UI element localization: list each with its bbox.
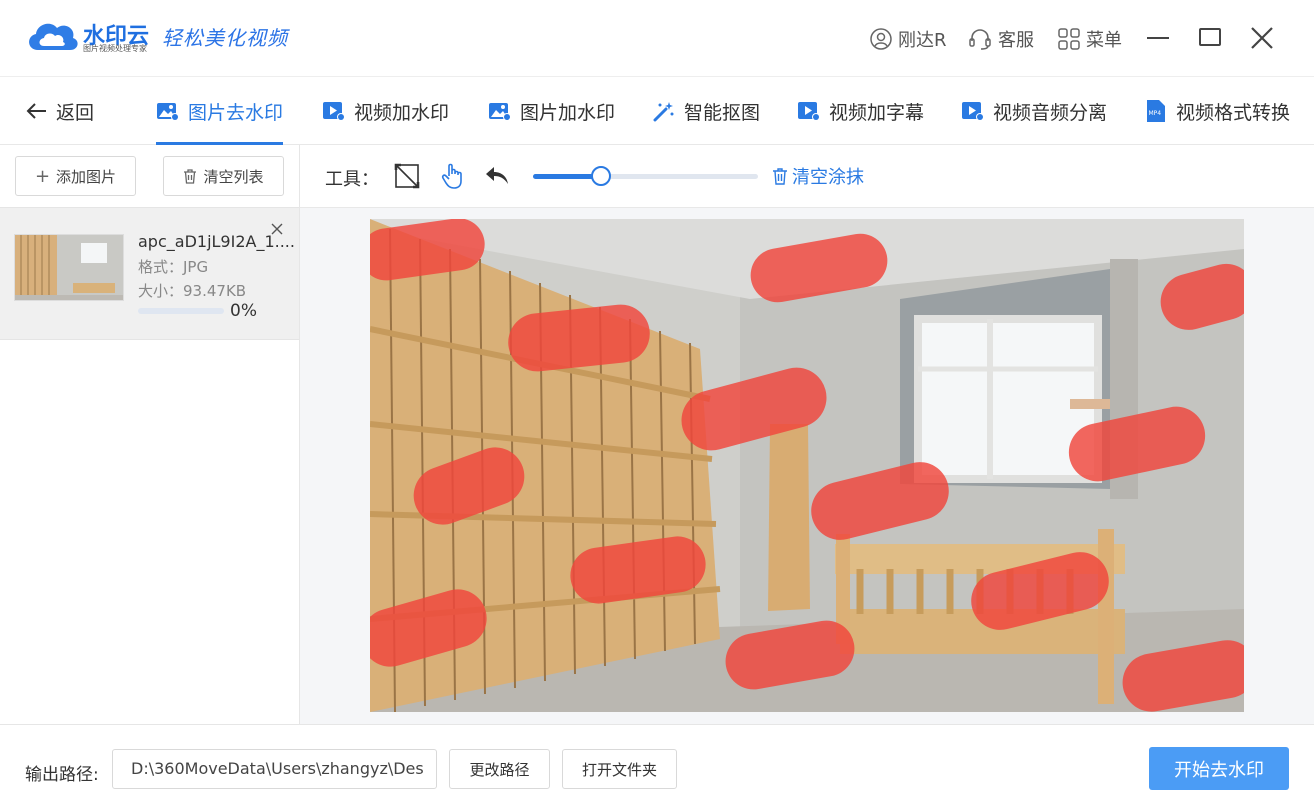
- video-icon: [798, 102, 820, 121]
- grid-menu-icon: [1058, 28, 1080, 50]
- customer-service-button[interactable]: 客服: [968, 26, 1034, 52]
- tab-video-add-watermark[interactable]: 视频加水印: [322, 77, 449, 145]
- brush-size-slider[interactable]: [533, 174, 758, 179]
- menu-button[interactable]: 菜单: [1058, 26, 1122, 52]
- back-label: 返回: [56, 101, 95, 124]
- image-icon: [157, 103, 179, 121]
- tab-label: 视频音频分离: [993, 101, 1108, 124]
- clear-list-button[interactable]: 清空列表: [163, 156, 284, 196]
- tab-image-remove-watermark[interactable]: 图片去水印: [156, 77, 284, 145]
- menu-label: 菜单: [1086, 30, 1122, 51]
- clear-mask-button[interactable]: 清空涂抹: [772, 163, 864, 189]
- tab-label: 视频加字幕: [829, 101, 925, 124]
- trash-icon: [773, 167, 787, 185]
- arrow-left-icon: [26, 103, 46, 119]
- feature-nav: 返回 图片去水印 视频加水印 图片加水印 智能抠图 视频加字幕 视频音频分离 M…: [0, 77, 1314, 145]
- clear-mask-label: 清空涂抹: [792, 167, 864, 188]
- file-thumbnail: [14, 234, 124, 301]
- output-path-label: 输出路径:: [25, 765, 99, 785]
- file-size: 大小：93.47KB: [138, 282, 247, 300]
- user-icon: [870, 28, 892, 50]
- svg-text:MP4: MP4: [1149, 110, 1162, 117]
- image-icon: [489, 103, 511, 121]
- video-icon: [323, 102, 345, 121]
- file-list-panel: + 添加图片 清空列表 apc_aD1jL9I2A_1.... 格式：JPG 大…: [0, 145, 300, 724]
- tab-video-audio-split[interactable]: 视频音频分离: [961, 77, 1107, 145]
- tab-label: 视频加水印: [354, 101, 450, 124]
- user-name: 刚达R: [898, 30, 947, 51]
- service-label: 客服: [998, 30, 1034, 51]
- plus-icon: +: [34, 165, 51, 187]
- hand-brush-icon[interactable]: [440, 162, 466, 190]
- tab-label: 智能抠图: [684, 101, 761, 124]
- add-image-label: 添加图片: [56, 167, 117, 186]
- remove-file-icon[interactable]: [270, 222, 284, 236]
- output-bar: 输出路径: D:\360MoveData\Users\zhangyz\Des 更…: [0, 724, 1314, 810]
- output-path-field[interactable]: D:\360MoveData\Users\zhangyz\Des: [112, 749, 437, 789]
- progress-percent: 0%: [230, 301, 257, 321]
- tab-label: 图片加水印: [520, 101, 616, 124]
- undo-icon[interactable]: [484, 165, 510, 187]
- tab-image-add-watermark[interactable]: 图片加水印: [488, 77, 615, 145]
- magic-wand-icon: [653, 102, 674, 122]
- tab-video-format-convert[interactable]: MP4 视频格式转换: [1144, 77, 1290, 145]
- user-account[interactable]: 刚达R: [870, 26, 947, 52]
- open-folder-button[interactable]: 打开文件夹: [562, 749, 677, 789]
- maximize-button[interactable]: [1199, 28, 1221, 46]
- back-button[interactable]: 返回: [26, 77, 94, 145]
- progress-bar: [138, 308, 224, 314]
- brand-subtitle: 图片视频处理专家: [83, 44, 147, 53]
- select-region-icon[interactable]: [394, 163, 420, 189]
- tab-smart-cutout[interactable]: 智能抠图: [652, 77, 760, 145]
- title-bar: 水印云 图片视频处理专家 轻松美化视频 刚达R 客服 菜单: [0, 0, 1314, 77]
- tab-label: 视频格式转换: [1176, 101, 1291, 124]
- app-logo-icon: [29, 23, 78, 50]
- slogan: 轻松美化视频: [162, 26, 288, 50]
- minimize-button[interactable]: [1147, 37, 1169, 39]
- edit-canvas: [300, 208, 1314, 724]
- tool-label: 工具：: [325, 169, 379, 190]
- video-icon: [962, 102, 984, 121]
- start-remove-watermark-button[interactable]: 开始去水印: [1149, 747, 1289, 790]
- brush-size-handle[interactable]: [590, 166, 611, 186]
- headset-icon: [969, 29, 991, 50]
- list-item[interactable]: apc_aD1jL9I2A_1.... 格式：JPG 大小：93.47KB 0%: [0, 207, 299, 340]
- tab-label: 图片去水印: [188, 101, 284, 124]
- change-path-button[interactable]: 更改路径: [449, 749, 550, 789]
- tool-bar: 工具： 清空涂抹: [300, 145, 1314, 208]
- close-window-icon[interactable]: [1250, 26, 1274, 50]
- photo-preview[interactable]: [370, 219, 1244, 712]
- tab-video-add-subtitles[interactable]: 视频加字幕: [797, 77, 924, 145]
- clear-list-label: 清空列表: [203, 167, 264, 186]
- file-format: 格式：JPG: [138, 258, 209, 276]
- mp4-file-icon: MP4: [1147, 100, 1165, 122]
- trash-icon: [184, 168, 197, 184]
- add-image-button[interactable]: + 添加图片: [15, 156, 136, 196]
